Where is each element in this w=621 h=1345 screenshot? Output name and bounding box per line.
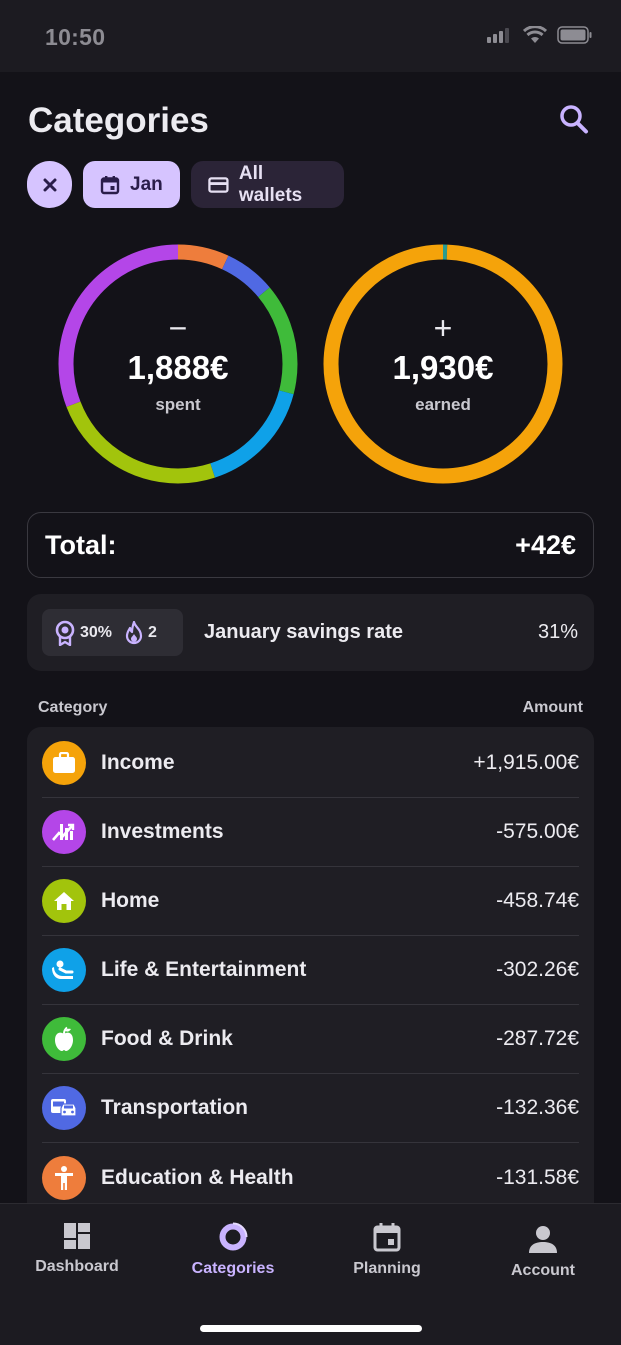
spent-summary: − 1,888€ spent	[57, 243, 299, 485]
month-filter-chip[interactable]: Jan	[83, 161, 180, 208]
list-item[interactable]: Home -458.74€	[42, 867, 579, 936]
category-amount: -575.00€	[496, 820, 579, 843]
clear-filter-button[interactable]	[27, 161, 72, 208]
category-name: Life & Entertainment	[101, 958, 307, 981]
earned-amount: 1,930€	[392, 349, 494, 386]
list-item[interactable]: Income +1,915.00€	[42, 729, 579, 798]
wallets-filter-label: All wallets	[238, 162, 303, 206]
card-icon	[208, 176, 229, 193]
category-column-header: Category	[38, 699, 108, 716]
award-icon	[55, 620, 75, 646]
nav-categories[interactable]: Categories	[156, 1222, 310, 1278]
savings-rate-card[interactable]: 30% 2 January savings rate 31%	[27, 594, 594, 671]
earned-label: earned	[415, 395, 471, 414]
category-amount: -287.72€	[496, 1027, 579, 1050]
nav-dashboard[interactable]: Dashboard	[0, 1222, 154, 1276]
calendar-icon	[373, 1223, 401, 1252]
list-item[interactable]: Transportation -132.36€	[42, 1074, 579, 1143]
dashboard-icon	[64, 1223, 90, 1249]
category-amount: -302.26€	[496, 958, 579, 981]
home-icon	[42, 879, 86, 923]
search-button[interactable]	[556, 102, 592, 138]
person-relax-icon	[42, 948, 86, 992]
total-card: Total: +42€	[27, 512, 594, 578]
category-name: Income	[101, 751, 175, 774]
badge-percent-group: 30%	[54, 620, 112, 646]
category-name: Food & Drink	[101, 1027, 233, 1050]
savings-badge: 30% 2	[42, 609, 183, 656]
signal-icon	[487, 28, 509, 43]
battery-icon	[557, 26, 592, 44]
spent-label: spent	[155, 395, 201, 414]
category-name: Transportation	[101, 1096, 249, 1119]
spent-amount: 1,888€	[127, 349, 229, 386]
vehicles-icon	[42, 1086, 86, 1130]
list-header: Category Amount	[38, 699, 583, 717]
status-icons	[487, 26, 593, 44]
plus-sign: +	[433, 310, 453, 346]
badge-streak-group: 2	[124, 620, 157, 645]
category-name: Investments	[101, 820, 224, 843]
status-time: 10:50	[45, 24, 106, 50]
earned-donut[interactable]: + 1,930€ earned	[322, 243, 564, 485]
category-name: Home	[101, 889, 160, 912]
nav-planning-label: Planning	[353, 1260, 421, 1277]
nav-dashboard-label: Dashboard	[35, 1258, 119, 1275]
search-icon	[560, 105, 588, 134]
flame-icon	[125, 620, 143, 644]
page-title: Categories	[28, 101, 209, 140]
nav-account-label: Account	[511, 1262, 575, 1279]
bottom-navigation: Dashboard Categories Planning Account	[0, 1203, 621, 1345]
badge-streak: 2	[148, 623, 157, 641]
amount-column-header: Amount	[522, 699, 583, 716]
total-label: Total:	[45, 529, 117, 560]
wifi-icon	[523, 26, 547, 43]
status-bar: 10:50	[0, 0, 621, 72]
list-item[interactable]: Food & Drink -287.72€	[42, 1005, 579, 1074]
category-amount: -458.74€	[496, 889, 579, 912]
earned-summary: + 1,930€ earned	[322, 243, 564, 485]
investments-chart-icon	[42, 810, 86, 854]
nav-categories-label: Categories	[191, 1260, 275, 1277]
calendar-icon	[100, 175, 120, 194]
list-item[interactable]: Life & Entertainment -302.26€	[42, 936, 579, 1005]
list-item[interactable]: Investments -575.00€	[42, 798, 579, 867]
apple-icon	[42, 1017, 86, 1061]
donut-icon	[219, 1222, 248, 1251]
person-figure-icon	[42, 1155, 86, 1200]
account-icon	[529, 1226, 557, 1253]
badge-percent: 30%	[80, 623, 113, 641]
nav-planning[interactable]: Planning	[310, 1222, 464, 1278]
wallets-filter-chip[interactable]: All wallets	[191, 161, 344, 208]
nav-account[interactable]: Account	[466, 1222, 620, 1280]
briefcase-icon	[42, 741, 86, 785]
savings-rate-value: 31%	[537, 621, 578, 643]
category-list: Income +1,915.00€ Investments -575.00€ H…	[27, 727, 594, 1217]
category-name: Education & Health	[101, 1165, 294, 1189]
category-amount: -131.58€	[496, 1165, 579, 1189]
month-filter-label: Jan	[130, 173, 163, 195]
category-amount: -132.36€	[496, 1096, 579, 1119]
minus-sign: −	[168, 310, 188, 346]
home-indicator[interactable]	[200, 1325, 422, 1332]
savings-rate-label: January savings rate	[204, 621, 403, 643]
spent-donut[interactable]: − 1,888€ spent	[57, 243, 299, 485]
category-amount: +1,915.00€	[473, 751, 579, 774]
close-icon	[43, 178, 56, 191]
list-item[interactable]: Education & Health -131.58€	[42, 1143, 579, 1212]
total-value: +42€	[515, 529, 576, 560]
